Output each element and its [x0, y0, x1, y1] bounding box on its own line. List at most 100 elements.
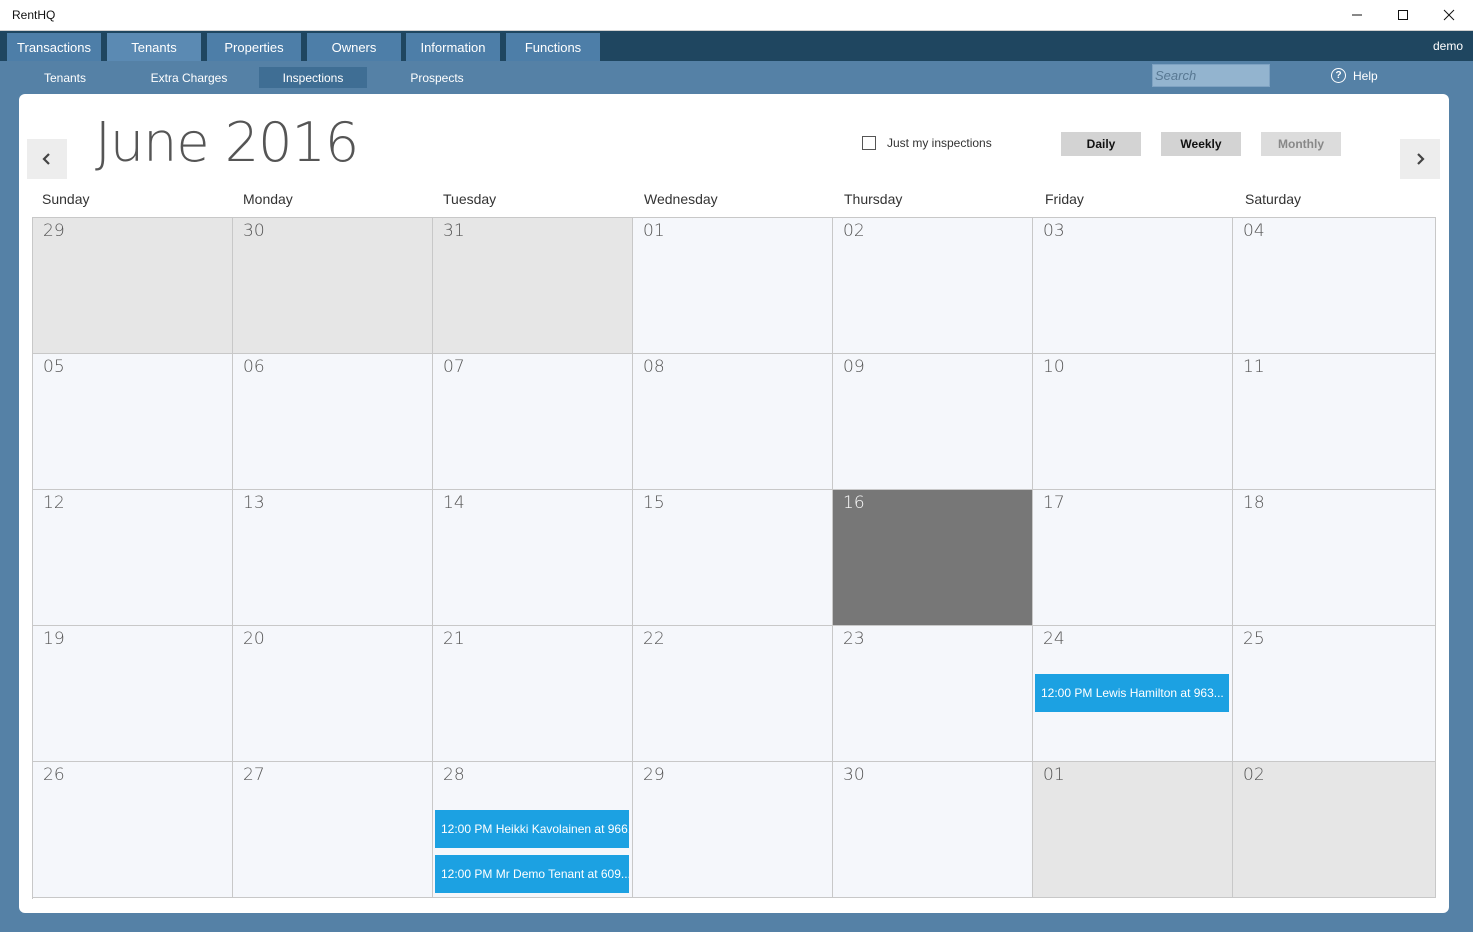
day-number: 18: [1243, 493, 1265, 513]
day-number: 02: [843, 221, 865, 241]
subtab-extra-charges[interactable]: Extra Charges: [140, 67, 238, 88]
calendar-day[interactable]: 25: [1233, 626, 1436, 762]
calendar-day[interactable]: 04: [1233, 218, 1436, 354]
calendar-day[interactable]: 26: [33, 762, 233, 898]
day-number: 01: [643, 221, 665, 241]
tab-information[interactable]: Information: [406, 33, 500, 61]
calendar-day[interactable]: 27: [233, 762, 433, 898]
maximize-icon: [1398, 10, 1408, 20]
calendar-day[interactable]: 30: [833, 762, 1033, 898]
minimize-icon: [1352, 14, 1362, 16]
day-number: 02: [1243, 765, 1265, 785]
close-icon: [1443, 9, 1455, 21]
inspection-event[interactable]: 12:00 PM Lewis Hamilton at 963...: [1035, 674, 1229, 712]
maximize-button[interactable]: [1380, 0, 1426, 30]
tab-transactions[interactable]: Transactions: [7, 33, 101, 61]
search-input[interactable]: [1152, 64, 1270, 87]
day-number: 11: [1243, 357, 1265, 377]
tab-owners[interactable]: Owners: [307, 33, 401, 61]
next-month-button[interactable]: [1400, 139, 1440, 179]
day-number: 29: [43, 221, 65, 241]
day-number: 29: [643, 765, 665, 785]
calendar-day[interactable]: 17: [1033, 490, 1233, 626]
help-button[interactable]: ? Help: [1331, 68, 1378, 83]
day-header: Tuesday: [443, 191, 497, 207]
calendar-day[interactable]: 05: [33, 354, 233, 490]
just-my-inspections-toggle[interactable]: Just my inspections: [862, 136, 992, 150]
day-number: 27: [243, 765, 265, 785]
prev-month-button[interactable]: [27, 139, 67, 179]
calendar-day-today[interactable]: 16: [833, 490, 1033, 626]
sub-nav: Tenants Extra Charges Inspections Prospe…: [0, 61, 1473, 93]
weekly-view-button[interactable]: Weekly: [1161, 132, 1241, 156]
day-number: 09: [843, 357, 865, 377]
day-number: 26: [43, 765, 65, 785]
calendar-day[interactable]: 24 12:00 PM Lewis Hamilton at 963...: [1033, 626, 1233, 762]
day-header: Thursday: [844, 191, 903, 207]
day-number: 23: [843, 629, 865, 649]
calendar-day[interactable]: 29: [33, 218, 233, 354]
calendar-day[interactable]: 11: [1233, 354, 1436, 490]
day-number: 08: [643, 357, 665, 377]
calendar-day[interactable]: 10: [1033, 354, 1233, 490]
calendar-day[interactable]: 23: [833, 626, 1033, 762]
day-header: Friday: [1045, 191, 1084, 207]
calendar-day[interactable]: 01: [633, 218, 833, 354]
chevron-right-icon: [1417, 153, 1425, 165]
calendar-day[interactable]: 30: [233, 218, 433, 354]
day-number: 22: [643, 629, 665, 649]
calendar-day[interactable]: 03: [1033, 218, 1233, 354]
calendar-day[interactable]: 15: [633, 490, 833, 626]
main-nav: Transactions Tenants Properties Owners I…: [0, 31, 1473, 61]
tab-properties[interactable]: Properties: [207, 33, 301, 61]
calendar-day[interactable]: 12: [33, 490, 233, 626]
day-number: 24: [1043, 629, 1065, 649]
user-name[interactable]: demo: [1433, 39, 1463, 53]
monthly-view-button[interactable]: Monthly: [1261, 132, 1341, 156]
day-number: 12: [43, 493, 65, 513]
subtab-prospects[interactable]: Prospects: [392, 67, 482, 88]
calendar-day[interactable]: 01: [1033, 762, 1233, 898]
calendar-day[interactable]: 19: [33, 626, 233, 762]
day-header: Wednesday: [644, 191, 718, 207]
minimize-button[interactable]: [1334, 0, 1380, 30]
calendar-day[interactable]: 20: [233, 626, 433, 762]
subtab-inspections[interactable]: Inspections: [259, 67, 367, 88]
month-title: June 2016: [95, 111, 359, 174]
just-my-inspections-checkbox[interactable]: [862, 136, 876, 150]
calendar-day[interactable]: 22: [633, 626, 833, 762]
close-button[interactable]: [1426, 0, 1472, 30]
help-label: Help: [1353, 68, 1378, 83]
calendar-day[interactable]: 14: [433, 490, 633, 626]
calendar-day[interactable]: 09: [833, 354, 1033, 490]
day-number: 25: [1243, 629, 1265, 649]
tab-tenants[interactable]: Tenants: [107, 33, 201, 61]
calendar-day[interactable]: 28 12:00 PM Heikki Kavolainen at 966... 12…: [433, 762, 633, 898]
inspection-event[interactable]: 12:00 PM Mr Demo Tenant at 609...: [435, 855, 629, 893]
calendar-day[interactable]: 13: [233, 490, 433, 626]
calendar-day[interactable]: 02: [833, 218, 1033, 354]
calendar-day[interactable]: 07: [433, 354, 633, 490]
day-number: 31: [443, 221, 465, 241]
day-header: Monday: [243, 191, 293, 207]
day-number: 30: [843, 765, 865, 785]
day-number: 03: [1043, 221, 1065, 241]
day-number: 01: [1043, 765, 1065, 785]
inspection-event[interactable]: 12:00 PM Heikki Kavolainen at 966...: [435, 810, 629, 848]
calendar-day[interactable]: 29: [633, 762, 833, 898]
calendar-day[interactable]: 21: [433, 626, 633, 762]
subtab-tenants[interactable]: Tenants: [20, 67, 110, 88]
tab-functions[interactable]: Functions: [506, 33, 600, 61]
calendar-day[interactable]: 18: [1233, 490, 1436, 626]
calendar-day[interactable]: 31: [433, 218, 633, 354]
app-title: RentHQ: [12, 8, 56, 22]
daily-view-button[interactable]: Daily: [1061, 132, 1141, 156]
day-number: 07: [443, 357, 465, 377]
day-number: 05: [43, 357, 65, 377]
calendar-day[interactable]: 08: [633, 354, 833, 490]
calendar-day[interactable]: 06: [233, 354, 433, 490]
day-number: 30: [243, 221, 265, 241]
day-header: Saturday: [1245, 191, 1302, 207]
day-number: 19: [43, 629, 65, 649]
calendar-day[interactable]: 02: [1233, 762, 1436, 898]
